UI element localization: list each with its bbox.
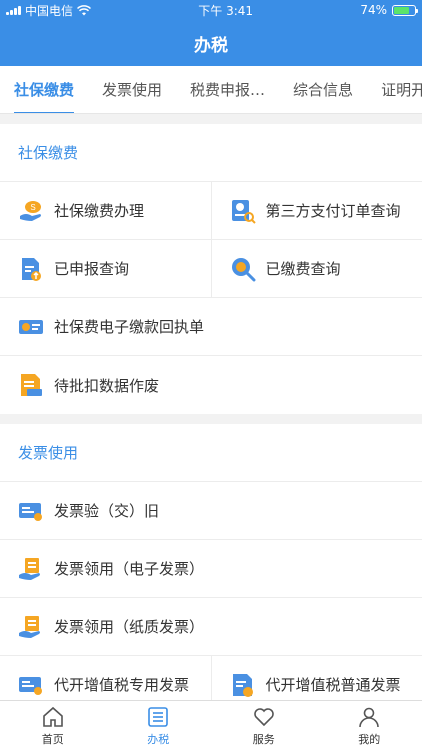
tab-invoice[interactable]: 发票使用 xyxy=(88,66,176,113)
social-security-payment-icon: S xyxy=(20,200,41,221)
item-label: 待批扣数据作废 xyxy=(54,376,160,395)
home-icon xyxy=(42,706,63,727)
list-icon xyxy=(148,706,169,727)
paid-query-icon xyxy=(231,257,255,281)
electronic-receipt-item[interactable]: 社保费电子缴款回执单 xyxy=(0,298,422,355)
bottom-tab-bar: 首页 办税 服务 我的 xyxy=(0,700,422,750)
svg-text:S: S xyxy=(30,203,35,212)
item-label: 发票领用（电子发票） xyxy=(54,560,205,578)
third-party-order-query-icon xyxy=(231,199,256,224)
tab-tax-declaration[interactable]: 税费申报… xyxy=(176,66,279,113)
battery-icon xyxy=(391,4,418,16)
tabbar-label: 服务 xyxy=(252,732,275,746)
third-party-order-query-item[interactable]: 第三方支付订单查询 xyxy=(210,182,422,239)
declared-query-item[interactable]: 已申报查询 xyxy=(0,240,211,297)
invoice-receive-electronic-item[interactable]: 发票领用（电子发票） xyxy=(0,540,422,597)
tabbar-service[interactable]: 服务 xyxy=(211,701,317,750)
item-label: 发票领用（纸质发票） xyxy=(54,618,205,636)
pending-data-void-item[interactable]: 待批扣数据作废 xyxy=(0,356,422,414)
status-time: 下午 3:41 xyxy=(198,3,254,18)
nav-bar: 办税 xyxy=(0,20,422,66)
item-label: 已缴费查询 xyxy=(265,260,341,278)
page-title: 办税 xyxy=(194,35,228,56)
tabbar-tax[interactable]: 办税 xyxy=(106,701,212,750)
section-social-security: 社保缴费 S 社保缴费办理 第三方支付订单查询 已申报查询 已缴费查询 社保费电… xyxy=(0,124,422,414)
wifi-icon xyxy=(77,4,92,15)
user-icon xyxy=(359,707,380,727)
tab-general-info[interactable]: 综合信息 xyxy=(279,66,367,113)
declared-query-icon xyxy=(22,257,41,281)
tabbar-label: 首页 xyxy=(41,732,64,746)
signal-icon xyxy=(6,5,21,15)
item-label: 已申报查询 xyxy=(54,260,130,278)
item-label: 代开增值税专用发票 xyxy=(54,676,190,694)
item-label: 代开增值税普通发票 xyxy=(265,676,401,694)
battery-fill xyxy=(393,6,409,14)
invoice-verify-item[interactable]: 发票验（交）旧 xyxy=(0,482,422,539)
item-label: 社保费电子缴款回执单 xyxy=(54,318,205,336)
status-bar: 中国电信 下午 3:41 74% xyxy=(0,0,422,20)
item-label: 第三方支付订单查询 xyxy=(265,202,401,220)
electronic-receipt-icon xyxy=(19,319,43,334)
tabbar-label: 我的 xyxy=(358,732,381,746)
battery-percent: 74% xyxy=(360,3,387,17)
invoice-receive-electronic-icon xyxy=(19,557,40,580)
tab-certificate[interactable]: 证明开 xyxy=(367,66,422,113)
category-tabs: 社保缴费 发票使用 税费申报… 综合信息 证明开 xyxy=(0,66,422,114)
item-label: 社保缴费办理 xyxy=(54,202,145,220)
tabbar-mine[interactable]: 我的 xyxy=(317,701,422,750)
vat-special-invoice-icon xyxy=(19,676,42,695)
item-label: 发票验（交）旧 xyxy=(54,502,160,520)
tabbar-label: 办税 xyxy=(147,732,170,746)
heart-icon xyxy=(253,707,274,726)
invoice-verify-icon xyxy=(19,502,42,521)
section-title: 社保缴费 xyxy=(0,124,422,182)
invoice-receive-paper-icon xyxy=(19,615,40,638)
section-invoice: 发票使用 发票验（交）旧 发票领用（电子发票） 发票领用（纸质发票） 代开增值税… xyxy=(0,424,422,714)
tab-social-security[interactable]: 社保缴费 xyxy=(0,66,88,113)
social-security-payment-item[interactable]: S 社保缴费办理 xyxy=(0,182,211,239)
pending-data-void-icon xyxy=(21,374,42,396)
vat-ordinary-invoice-icon xyxy=(232,673,253,697)
tabbar-home[interactable]: 首页 xyxy=(0,701,106,750)
section-title: 发票使用 xyxy=(0,424,422,482)
paid-query-item[interactable]: 已缴费查询 xyxy=(210,240,422,297)
carrier-label: 中国电信 xyxy=(25,3,74,18)
invoice-receive-paper-item[interactable]: 发票领用（纸质发票） xyxy=(0,598,422,655)
